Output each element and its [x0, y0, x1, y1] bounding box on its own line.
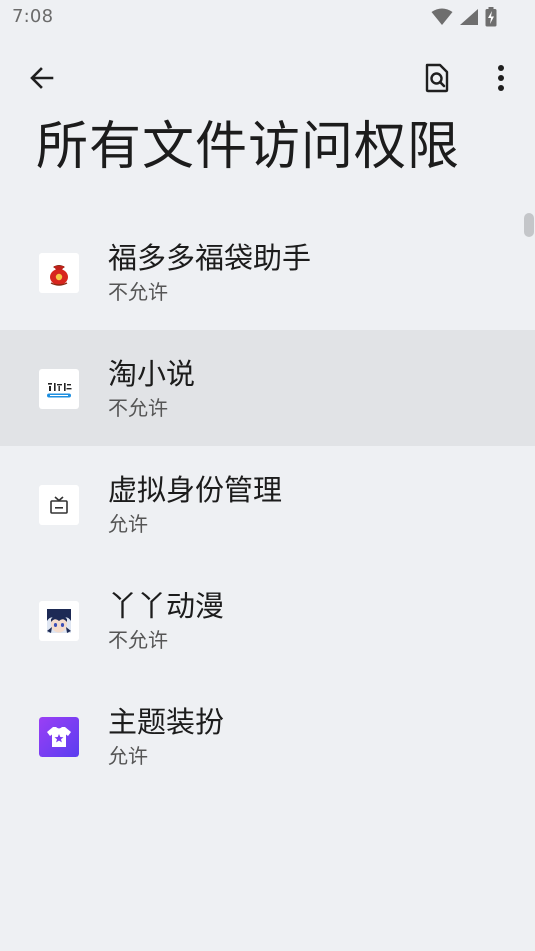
toolbar: [0, 48, 535, 108]
status-time: 7:08: [12, 6, 54, 27]
cellular-signal-icon: [459, 8, 479, 26]
app-list: 福多多福袋助手 不允许 淘小说 不允许 虚拟身份管理 允许 丫丫动漫 不允许 主…: [0, 214, 535, 794]
more-vertical-icon: [497, 64, 505, 92]
app-name: 福多多福袋助手: [108, 241, 312, 275]
back-button[interactable]: [20, 58, 64, 98]
app-permission-status: 不允许: [108, 628, 168, 652]
app-row-fuduoduo[interactable]: 福多多福袋助手 不允许: [0, 214, 535, 330]
taoxiaoshuo-app-icon: [39, 369, 79, 409]
app-row-taoxiaoshuo[interactable]: 淘小说 不允许: [0, 330, 535, 446]
page-title: 所有文件访问权限: [36, 117, 461, 177]
app-row-yaya-anime[interactable]: 丫丫动漫 不允许: [0, 562, 535, 678]
arrow-left-icon: [28, 64, 56, 92]
search-in-document-button[interactable]: [415, 58, 459, 98]
app-name: 淘小说: [108, 357, 196, 391]
app-row-theme[interactable]: 主题装扮 允许: [0, 678, 535, 794]
app-name: 丫丫动漫: [108, 589, 225, 623]
app-row-virtual-identity[interactable]: 虚拟身份管理 允许: [0, 446, 535, 562]
lucky-bag-app-icon: [39, 253, 79, 293]
app-permission-status: 允许: [108, 512, 148, 536]
wifi-icon: [431, 8, 453, 26]
tv-app-icon: [39, 485, 79, 525]
app-permission-status: 不允许: [108, 396, 168, 420]
app-permission-status: 不允许: [108, 280, 168, 304]
app-name: 主题装扮: [108, 705, 225, 739]
document-search-icon: [423, 63, 451, 93]
more-options-button[interactable]: [479, 58, 523, 98]
status-bar: 7:08: [0, 0, 535, 36]
battery-charging-icon: [485, 7, 497, 27]
anime-character-app-icon: [39, 601, 79, 641]
theme-shirt-app-icon: [39, 717, 79, 757]
app-permission-status: 允许: [108, 744, 148, 768]
app-name: 虚拟身份管理: [108, 473, 283, 507]
status-icons: [431, 7, 497, 27]
